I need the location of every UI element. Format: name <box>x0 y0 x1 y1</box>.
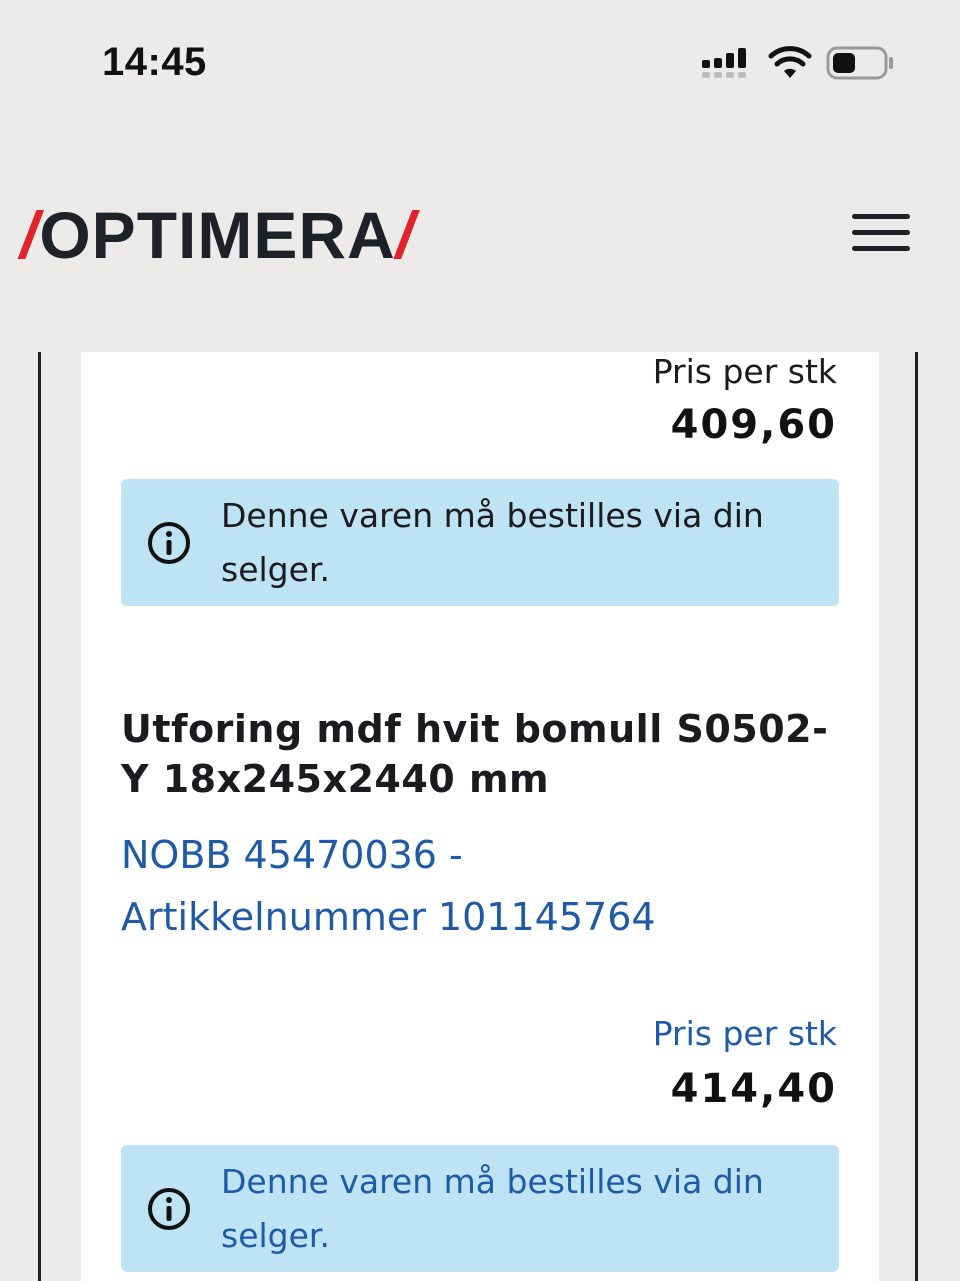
status-time: 14:45 <box>102 40 207 84</box>
info-notice: Denne varen må bestilles via din selger. <box>121 479 839 606</box>
price-label[interactable]: Pris per stk <box>653 1014 837 1053</box>
logo-text: OPTIMERA <box>39 198 396 272</box>
battery-icon <box>826 46 893 80</box>
info-notice-text[interactable]: Denne varen må bestilles via din selger. <box>221 1155 801 1263</box>
site-header: /OPTIMERA/ <box>0 180 960 290</box>
price-label: Pris per stk <box>652 352 837 391</box>
product-article-number: Artikkelnummer 101145764 <box>121 895 656 939</box>
price-value: 414,40 <box>670 1066 837 1112</box>
product-list-card: Pris per stk 409,60 Denne varen må besti… <box>81 352 879 1281</box>
cellular-signal-icon <box>702 48 746 78</box>
info-notice-text: Denne varen må bestilles via din selger. <box>221 496 764 589</box>
info-icon <box>148 1188 190 1230</box>
optimera-logo[interactable]: /OPTIMERA/ <box>20 202 415 268</box>
wifi-icon <box>768 46 812 78</box>
price-value: 409,60 <box>670 402 837 448</box>
product-nobb-link[interactable]: NOBB 45470036 - Artikkelnummer 101145764 <box>121 824 821 948</box>
product-title[interactable]: Utforing mdf hvit bomull S0502-Y 18x245x… <box>121 704 841 804</box>
status-bar: 14:45 <box>0 0 960 130</box>
info-notice: Denne varen må bestilles via din selger. <box>121 1145 839 1272</box>
info-icon <box>148 522 190 564</box>
product-nobb: NOBB 45470036 - <box>121 833 463 877</box>
hamburger-menu-icon[interactable] <box>852 214 910 256</box>
